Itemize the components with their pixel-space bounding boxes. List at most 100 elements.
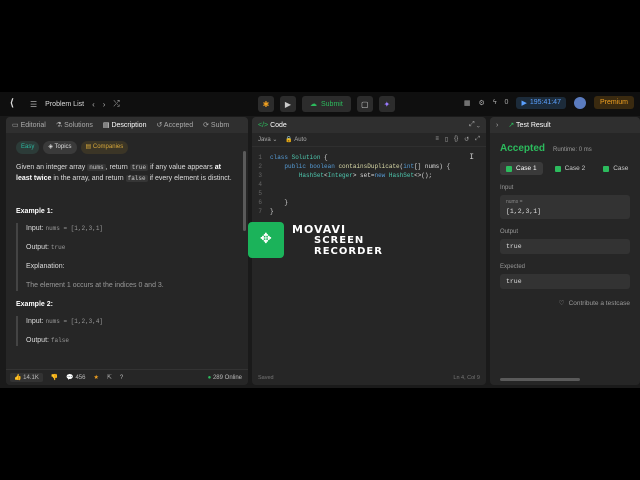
streak-count: 0 xyxy=(504,99,509,106)
description-scrollbar[interactable] xyxy=(243,151,246,231)
input-label: Input xyxy=(500,185,514,191)
code-line: 4 xyxy=(258,181,262,188)
comments-button[interactable]: 💬 456 xyxy=(66,374,85,381)
prev-problem-icon[interactable]: ‹ xyxy=(92,100,95,109)
description-footer: 👍 14.1K 👎 💬 456 ★ ⇱ ? ● 289 Online xyxy=(6,369,248,385)
expected-box: true xyxy=(500,274,630,289)
runtime: Runtime: 0 ms xyxy=(553,147,592,153)
braces-icon[interactable]: {} xyxy=(454,136,458,143)
difficulty-badge: Easy xyxy=(16,141,40,154)
test-result-tab[interactable]: ↗ Test Result xyxy=(508,121,550,129)
language-select[interactable]: Java ⌄ xyxy=(258,136,277,143)
tab-submissions[interactable]: ⟳ Subm xyxy=(203,121,229,129)
text-cursor-icon: I xyxy=(469,153,474,162)
case-tabs: Case 1 Case 2 Case xyxy=(500,162,630,175)
format-icon[interactable]: ≡ xyxy=(435,136,439,143)
layout-icon[interactable]: ▦ xyxy=(464,99,471,107)
streak-icon[interactable]: ϟ xyxy=(493,99,497,106)
input-box: nums = [1,2,3,1] xyxy=(500,195,630,219)
test-result-panel: › ↗ Test Result Accepted Runtime: 0 ms C… xyxy=(490,117,640,385)
premium-button[interactable]: Premium xyxy=(593,96,634,109)
auto-mode[interactable]: 🔒 Auto xyxy=(285,136,306,143)
play-icon: ▶ xyxy=(521,99,527,107)
code-line: 1 class Solution { xyxy=(258,154,328,161)
online-count: ● 289 Online xyxy=(207,374,242,381)
next-problem-icon[interactable]: › xyxy=(103,100,106,109)
code-line: 7} xyxy=(258,208,274,215)
status-accepted: Accepted xyxy=(500,143,546,154)
result-scrollbar[interactable] xyxy=(500,378,580,381)
run-controls: ✱ ▶ ☁ Submit ▢ ✦ xyxy=(258,96,395,112)
result-body: Accepted Runtime: 0 ms Case 1 Case 2 Cas… xyxy=(490,133,640,313)
tag-row: Easy ◈ Topics ▤ Companies xyxy=(16,141,238,154)
share-icon[interactable]: ⇱ xyxy=(107,374,112,381)
editor-actions: ≡ ▯ {} ↺ ⤢ xyxy=(435,136,480,143)
code-line: 5 xyxy=(258,190,262,197)
cloud-upload-icon: ☁ xyxy=(310,101,317,108)
contribute-testcase-link[interactable]: ♡ Contribute a testcase xyxy=(500,299,630,308)
timer[interactable]: ▶ 195:41:47 xyxy=(516,96,566,109)
description-panel: ▭ Editorial ⚗ Solutions ▤ Description ↺ … xyxy=(6,117,248,385)
topics-tag[interactable]: ◈ Topics xyxy=(43,141,77,154)
reset-icon[interactable]: ↺ xyxy=(464,136,469,143)
problem-list-link[interactable]: Problem List xyxy=(45,101,84,108)
result-back-icon[interactable]: › xyxy=(496,122,498,129)
tab-solutions[interactable]: ⚗ Solutions xyxy=(56,121,93,129)
leetcode-logo-icon[interactable]: ⟨ xyxy=(10,98,22,110)
timer-value: 195:41:47 xyxy=(529,99,561,106)
tab-editorial[interactable]: ▭ Editorial xyxy=(12,121,46,129)
tab-description[interactable]: ▤ Description xyxy=(103,121,147,129)
avatar[interactable] xyxy=(573,96,586,109)
run-icon[interactable]: ▶ xyxy=(280,96,296,112)
description-tabs: ▭ Editorial ⚗ Solutions ▤ Description ↺ … xyxy=(6,117,248,133)
heart-icon: ♡ xyxy=(558,300,565,307)
debug-icon[interactable]: ✱ xyxy=(258,96,274,112)
bookmark-icon[interactable]: ▯ xyxy=(445,136,448,143)
list-icon[interactable]: ☰ xyxy=(30,100,37,109)
result-header: › ↗ Test Result xyxy=(490,117,640,133)
nav-left: ⟨ ☰ Problem List ‹ › ⤮ xyxy=(0,98,250,110)
case-tab-2[interactable]: Case 2 xyxy=(549,162,592,175)
output-box: true xyxy=(500,239,630,254)
example-2-box: Input: nums = [1,2,3,4] Output: false xyxy=(16,316,238,346)
help-icon[interactable]: ? xyxy=(120,375,123,381)
maximize-icon[interactable]: ⤢ ⌄ xyxy=(469,121,480,129)
companies-tag[interactable]: ▤ Companies xyxy=(80,141,129,154)
watermark-text: MOVAVI SCREEN RECORDER xyxy=(292,222,383,257)
editor-status: Saved Ln 4, Col 9 xyxy=(252,371,486,385)
cursor-position: Ln 4, Col 9 xyxy=(453,375,480,381)
code-editor[interactable]: 1 class Solution { 2 public boolean conta… xyxy=(252,147,486,216)
code-tab[interactable]: </> Code xyxy=(258,122,287,129)
shuffle-icon[interactable]: ⤮ xyxy=(113,99,119,109)
example-2-title: Example 2: xyxy=(16,301,53,308)
submit-label: Submit xyxy=(321,100,343,108)
code-line: 3 HashSet<Integer> set=new HashSet<>(); xyxy=(258,172,433,179)
example-1-box: Input: nums = [1,2,3,1] Output: true Exp… xyxy=(16,223,238,291)
settings-icon[interactable]: ⚙ xyxy=(479,99,485,107)
tab-accepted[interactable]: ↺ Accepted xyxy=(156,121,193,129)
output-label: Output xyxy=(500,229,519,235)
code-line: 2 public boolean containsDuplicate(int[]… xyxy=(258,163,451,170)
case-tab-1[interactable]: Case 1 xyxy=(500,162,543,175)
dislike-icon[interactable]: 👎 xyxy=(51,374,58,381)
problem-statement: Given an integer array nums, return true… xyxy=(16,164,232,182)
movavi-logo-icon: ✥ xyxy=(248,222,284,258)
problem-description: Easy ◈ Topics ▤ Companies Given an integ… xyxy=(6,133,248,362)
code-line: 6 } xyxy=(258,199,289,206)
notes-icon[interactable]: ▢ xyxy=(356,96,373,112)
star-icon[interactable]: ★ xyxy=(93,374,98,381)
expected-label: Expected xyxy=(500,264,526,270)
case-tab-3[interactable]: Case xyxy=(597,162,634,175)
code-header: </> Code ⤢ ⌄ xyxy=(252,117,486,133)
like-button[interactable]: 👍 14.1K xyxy=(10,373,43,382)
status-row: Accepted Runtime: 0 ms xyxy=(500,143,630,154)
top-bar: ⟨ ☰ Problem List ‹ › ⤮ ✱ ▶ ☁ Submit ▢ ✦ … xyxy=(0,92,640,116)
fullscreen-icon[interactable]: ⤢ xyxy=(475,136,480,143)
code-toolbar: Java ⌄ 🔒 Auto ≡ ▯ {} ↺ ⤢ xyxy=(252,133,486,147)
saved-status: Saved xyxy=(258,375,274,381)
ai-assist-icon[interactable]: ✦ xyxy=(378,96,395,112)
example-1-title: Example 1: xyxy=(16,208,53,215)
movavi-watermark: ✥ MOVAVI SCREEN RECORDER xyxy=(248,222,383,258)
nav-right: ▦ ⚙ ϟ 0 ▶ 195:41:47 Premium xyxy=(464,96,634,109)
submit-button[interactable]: ☁ Submit xyxy=(302,96,351,112)
